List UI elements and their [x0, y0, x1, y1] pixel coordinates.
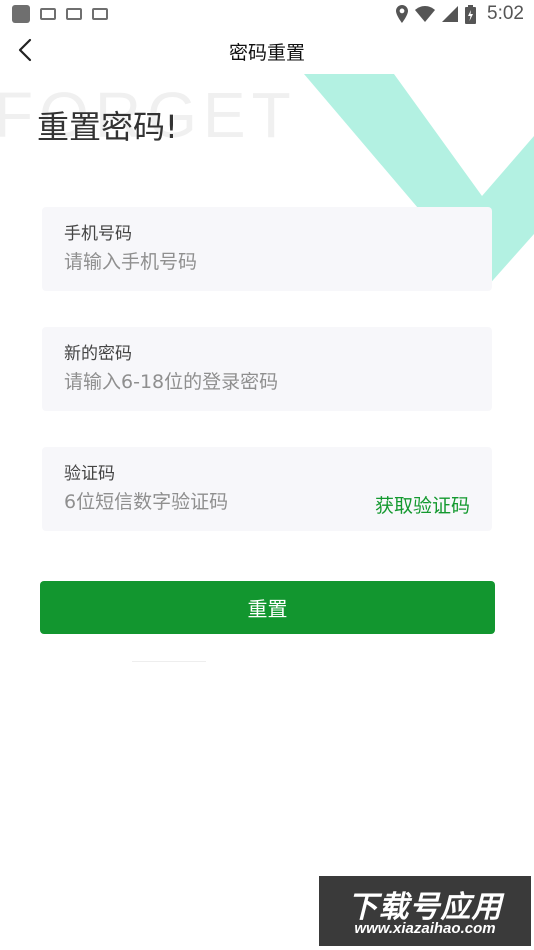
navigation-bar: 密码重置 [0, 28, 534, 74]
get-code-button[interactable]: 获取验证码 [375, 491, 470, 518]
signal-icon [442, 6, 459, 22]
site-watermark: 下载号应用 www.xiazaihao.com [319, 876, 531, 946]
battery-icon [465, 4, 477, 24]
reset-button[interactable]: 重置 [40, 581, 495, 634]
status-bar: 5:02 [0, 0, 534, 28]
keyboard-icon [40, 8, 56, 20]
status-bar-system: 5:02 [396, 3, 524, 25]
app-notification-icon [12, 5, 30, 23]
status-bar-notifications [12, 5, 108, 23]
wifi-icon [415, 6, 436, 22]
verification-code-label: 验证码 [64, 464, 115, 484]
font-icon [92, 8, 108, 20]
grid-icon [66, 8, 82, 20]
phone-label: 手机号码 [64, 224, 132, 244]
location-icon [396, 5, 409, 23]
page-title: 密码重置 [228, 42, 305, 64]
clock: 5:02 [487, 3, 524, 24]
password-field: 新的密码 [42, 327, 492, 411]
verification-code-field: 验证码 获取验证码 [42, 447, 492, 531]
password-label: 新的密码 [64, 344, 132, 364]
phone-input[interactable] [64, 251, 354, 273]
password-input[interactable] [64, 371, 354, 393]
headline: 重置密码! [37, 108, 178, 146]
verification-code-input[interactable] [64, 491, 324, 513]
watermark-url: www.xiazaihao.com [354, 920, 496, 937]
phone-field: 手机号码 [42, 207, 492, 291]
divider [132, 661, 206, 662]
